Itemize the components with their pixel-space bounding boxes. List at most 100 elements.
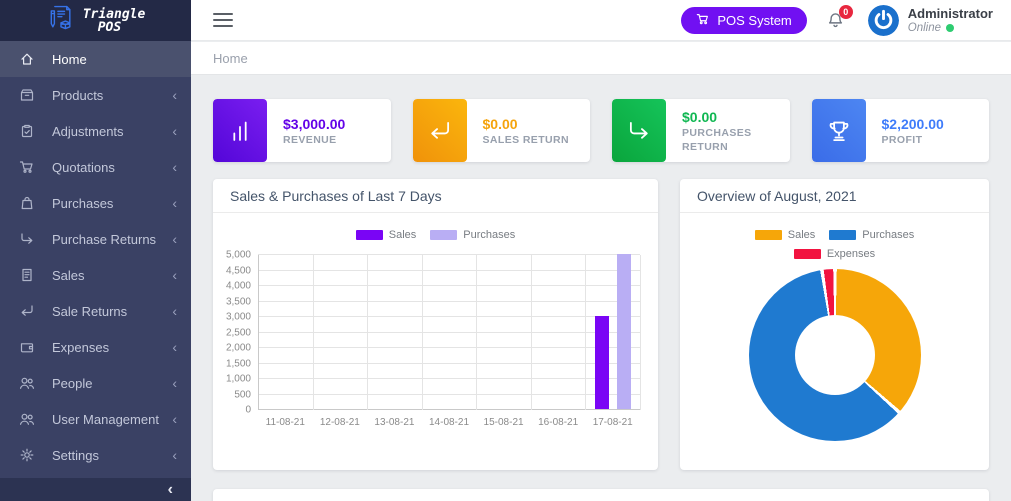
sidebar-item-label: User Management [52,412,172,427]
chevron-left-icon: ‹ [172,304,177,318]
legend-swatch [755,230,782,240]
shopping-cart-icon [696,12,710,29]
corner-down-right-icon [19,231,35,247]
hamburger-menu-icon[interactable] [213,13,233,27]
sidebar-item-people[interactable]: People‹ [0,365,191,401]
gear-icon [19,447,35,463]
breadcrumb[interactable]: Home [213,51,248,66]
overview-donut-card: Overview of August, 2021 Sales Purchases E… [680,179,989,470]
x-axis-label: 13-08-21 [374,417,414,428]
brand-logo[interactable]: Triangle POS [0,0,191,41]
sidebar-item-sale-returns[interactable]: Sale Returns‹ [0,293,191,329]
sidebar-item-home[interactable]: Home [0,41,191,77]
chart-title: Sales & Purchases of Last 7 Days [230,188,442,204]
bar-sales-17-08-21 [595,316,609,409]
chevron-left-icon: ‹ [172,376,177,390]
user-name: Administrator [908,6,993,21]
breadcrumb-bar: Home [191,42,1011,75]
sidebar-item-label: Purchases [52,196,172,211]
sidebar-item-label: Products [52,88,172,103]
clipboard-check-icon [19,123,35,139]
sidebar-menu: HomeProducts‹Adjustments‹Quotations‹Purc… [0,41,191,473]
chart-title: Overview of August, 2021 [697,188,857,204]
shopping-cart-icon [19,159,35,175]
receipt-icon [19,267,35,283]
legend-item-purchases: Purchases [430,229,515,241]
sidebar-item-purchases[interactable]: Purchases‹ [0,185,191,221]
sidebar-item-quotations[interactable]: Quotations‹ [0,149,191,185]
chevron-left-icon: ‹ [172,160,177,174]
legend-label: Purchases [862,229,914,241]
stat-card-profit: $2,200.00PROFIT [812,99,990,162]
legend-swatch [794,249,821,259]
legend-label: Expenses [827,248,875,260]
legend-label: Purchases [463,229,515,241]
main-content: $3,000.00REVENUE$0.00SALES RETURN$0.00PU… [191,76,1011,501]
x-axis-label: 16-08-21 [538,417,578,428]
x-axis-label: 14-08-21 [429,417,469,428]
donut-hole [795,315,875,395]
notifications-button[interactable]: 0 [825,10,846,31]
sidebar-item-purchase-returns[interactable]: Purchase Returns‹ [0,221,191,257]
users-icon [19,411,35,427]
pos-system-button[interactable]: POS System [681,7,806,34]
chevron-left-icon: ‹ [172,448,177,462]
sidebar-item-label: Purchase Returns [52,232,172,247]
home-icon [19,51,35,67]
chevron-left-icon: ‹ [172,88,177,102]
online-dot [946,24,954,32]
corner-down-left-icon [413,99,467,162]
sidebar-item-label: Sales [52,268,172,283]
bar-chart-legend: Sales Purchases [213,213,658,241]
legend-swatch [829,230,856,240]
stat-label: PROFIT [882,133,944,147]
sidebar-item-label: Expenses [52,340,172,355]
x-axis-label: 11-08-21 [266,417,305,428]
x-axis-label: 12-08-21 [320,417,360,428]
user-menu[interactable]: Administrator Online [868,5,993,36]
stat-card-purchases-return: $0.00PURCHASES RETURN [612,99,790,162]
sidebar-item-label: Sale Returns [52,304,172,319]
stat-value: $3,000.00 [283,115,345,133]
stat-card-revenue: $3,000.00REVENUE [213,99,391,162]
bar-chart: Sales Purchases 05001,0001,5002,0002,5003… [213,213,658,470]
legend-item-sales: Sales [755,229,816,241]
bar-chart-icon [213,99,267,162]
sidebar-item-products[interactable]: Products‹ [0,77,191,113]
stat-label: SALES RETURN [483,133,569,147]
sidebar-item-settings[interactable]: Settings‹ [0,437,191,473]
chevron-left-icon: ‹ [172,232,177,246]
y-axis-labels: 05001,0001,5002,0002,5003,0003,5004,0004… [213,255,251,410]
sidebar-item-expenses[interactable]: Expenses‹ [0,329,191,365]
legend-swatch [430,230,457,240]
products-box-icon [19,87,35,103]
chevron-left-icon: ‹ [172,124,177,138]
sales-purchases-chart-card: Sales & Purchases of Last 7 Days Sales Pu… [213,179,658,470]
sidebar-collapse-button[interactable]: ‹ [0,478,191,501]
bar-purchases-17-08-21 [617,254,631,409]
chevron-left-icon: ‹ [172,268,177,282]
users-icon [19,375,35,391]
sidebar-item-sales[interactable]: Sales‹ [0,257,191,293]
stat-card-sales-return: $0.00SALES RETURN [413,99,591,162]
notification-badge: 0 [839,5,853,19]
legend-item-expenses: Expenses [794,248,875,260]
x-axis-label: 15-08-21 [484,417,524,428]
donut-chart-legend: Sales Purchases Expenses [722,213,947,260]
corner-down-left-icon [19,303,35,319]
sidebar: Triangle POS HomeProducts‹Adjustments‹Qu… [0,0,191,501]
stats-row: $3,000.00REVENUE$0.00SALES RETURN$0.00PU… [213,99,989,162]
stat-value: $0.00 [682,108,790,126]
donut-chart: Sales Purchases Expenses [680,213,989,470]
chevron-left-icon: ‹ [168,482,173,498]
legend-item-sales: Sales [356,229,417,241]
sidebar-item-label: People [52,376,172,391]
sidebar-item-adjustments[interactable]: Adjustments‹ [0,113,191,149]
trophy-icon [812,99,866,162]
chevron-left-icon: ‹ [172,412,177,426]
sidebar-item-user-management[interactable]: User Management‹ [0,401,191,437]
stat-value: $0.00 [483,115,569,133]
triangle-pos-logo-icon [46,2,76,39]
topbar: POS System 0 [191,0,1011,41]
bar-chart-plot: 11-08-2112-08-2113-08-2114-08-2115-08-21… [258,255,640,410]
